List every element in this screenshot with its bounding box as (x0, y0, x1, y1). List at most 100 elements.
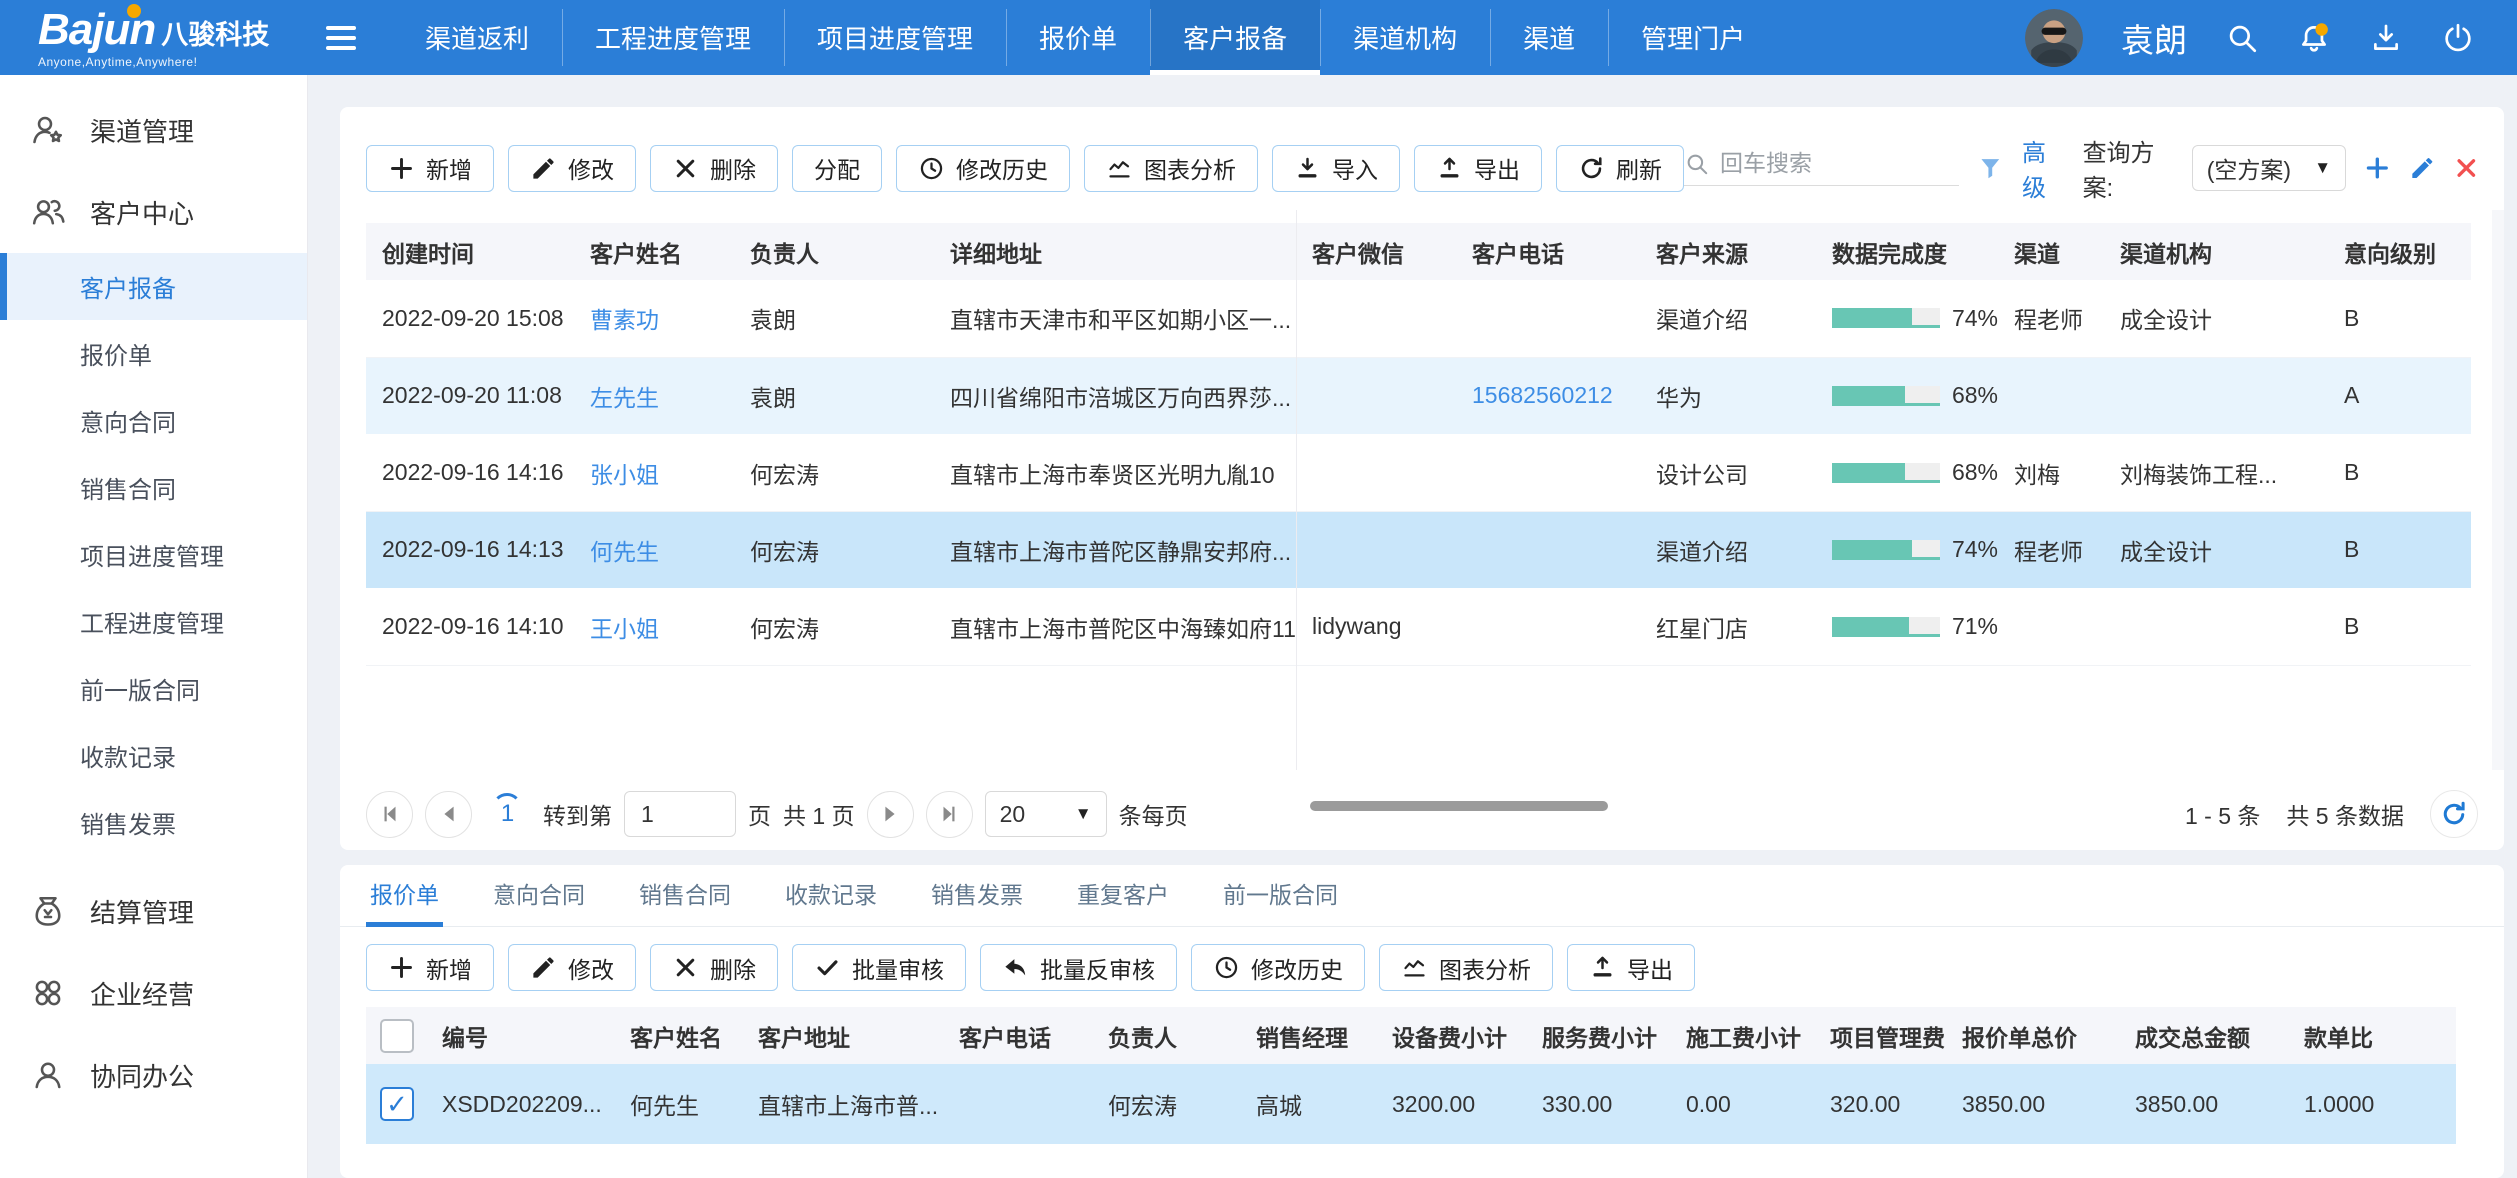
export-button[interactable]: 导出 (1414, 145, 1542, 192)
goto-page-input[interactable] (624, 791, 736, 837)
tab-sales-contract[interactable]: 销售合同 (635, 876, 735, 926)
tab-quotation[interactable]: 报价单 (366, 876, 443, 926)
edit-scheme-icon[interactable] (2409, 153, 2436, 183)
tab-duplicate-customer[interactable]: 重复客户 (1073, 876, 1173, 926)
col-owner[interactable]: 负责人 (1094, 1007, 1242, 1064)
col-payment-ratio[interactable]: 款单比 (2290, 1007, 2456, 1064)
col-address[interactable]: 详细地址 (934, 223, 1296, 280)
tab-sales-invoice[interactable]: 销售发票 (927, 876, 1027, 926)
nav-item-customer-report[interactable]: 客户报备 (1150, 0, 1320, 75)
add-button[interactable]: 新增 (366, 145, 494, 192)
detail-add-button[interactable]: 新增 (366, 944, 494, 991)
customer-name-link[interactable]: 曹素功 (590, 307, 659, 333)
last-page-button[interactable] (926, 791, 973, 838)
col-customer-address[interactable]: 客户地址 (744, 1007, 945, 1064)
power-icon[interactable] (2441, 21, 2475, 55)
nav-item-engineering-progress[interactable]: 工程进度管理 (562, 0, 784, 75)
bell-icon[interactable] (2297, 21, 2331, 55)
first-page-button[interactable] (366, 791, 413, 838)
search-icon[interactable] (2225, 21, 2259, 55)
col-service-subtotal[interactable]: 服务费小计 (1528, 1007, 1672, 1064)
sidebar-item-intent-contract[interactable]: 意向合同 (0, 387, 307, 454)
detail-edit-button[interactable]: 修改 (508, 944, 636, 991)
table-row-selected[interactable]: ✓ XSDD202209... 何先生 直辖市上海市普... 何宏涛 高城 32… (366, 1064, 2456, 1144)
search-input[interactable] (1720, 150, 1959, 177)
col-equipment-subtotal[interactable]: 设备费小计 (1378, 1007, 1528, 1064)
sidebar-item-sales-invoice[interactable]: 销售发票 (0, 789, 307, 856)
col-channel[interactable]: 渠道 (1998, 223, 2104, 280)
batch-approve-button[interactable]: 批量审核 (792, 944, 966, 991)
sidebar-item-sales-contract[interactable]: 销售合同 (0, 454, 307, 521)
sidebar-item-project-progress[interactable]: 项目进度管理 (0, 521, 307, 588)
current-page[interactable]: 1 (484, 791, 531, 838)
row-checkbox[interactable]: ✓ (380, 1087, 414, 1121)
table-row[interactable]: 2022-09-20 15:08 曹素功 袁朗 直辖市天津市和平区如期小区一..… (366, 280, 2471, 357)
customer-name-link[interactable]: 左先生 (590, 385, 659, 411)
user-name[interactable]: 袁朗 (2121, 14, 2187, 62)
detail-delete-button[interactable]: 删除 (650, 944, 778, 991)
page-size-select[interactable]: 20▼ (985, 791, 1107, 837)
sidebar-item-quotation[interactable]: 报价单 (0, 320, 307, 387)
table-row[interactable]: 2022-09-16 14:10 王小姐 何宏涛 直辖市上海市普陀区中海臻如府1… (366, 588, 2471, 665)
col-customer-name[interactable]: 客户姓名 (616, 1007, 744, 1064)
avatar[interactable] (2025, 9, 2083, 67)
sidebar-item-customer-center[interactable]: 客户中心 (0, 171, 307, 253)
table-row[interactable]: 2022-09-20 11:08 左先生 袁朗 四川省绵阳市涪城区万向西界莎..… (366, 357, 2471, 434)
sidebar-item-customer-report[interactable]: 客户报备 (0, 253, 307, 320)
customer-name-link[interactable]: 张小姐 (590, 462, 659, 488)
col-sales-manager[interactable]: 销售经理 (1242, 1007, 1378, 1064)
chart-analysis-button[interactable]: 图表分析 (1084, 145, 1258, 192)
col-number[interactable]: 编号 (428, 1007, 616, 1064)
nav-item-channel[interactable]: 渠道 (1490, 0, 1608, 75)
batch-unapprove-button[interactable]: 批量反审核 (980, 944, 1177, 991)
detail-export-button[interactable]: 导出 (1567, 944, 1695, 991)
tab-previous-contract[interactable]: 前一版合同 (1219, 876, 1342, 926)
col-customer-phone[interactable]: 客户电话 (945, 1007, 1094, 1064)
col-wechat[interactable]: 客户微信 (1296, 223, 1456, 280)
sidebar-item-previous-contract[interactable]: 前一版合同 (0, 655, 307, 722)
sidebar-item-engineering-progress[interactable]: 工程进度管理 (0, 588, 307, 655)
col-phone[interactable]: 客户电话 (1456, 223, 1640, 280)
col-source[interactable]: 客户来源 (1640, 223, 1816, 280)
sidebar-item-channel-mgmt[interactable]: 渠道管理 (0, 89, 307, 171)
vertical-scrollbar-track[interactable] (2492, 210, 2504, 770)
filter-funnel-icon[interactable] (1977, 153, 2004, 183)
delete-button[interactable]: 删除 (650, 145, 778, 192)
advanced-search-link[interactable]: 高级 (2022, 133, 2065, 203)
tab-payment-record[interactable]: 收款记录 (781, 876, 881, 926)
col-intent-level[interactable]: 意向级别 (2328, 223, 2471, 280)
col-completeness[interactable]: 数据完成度 (1816, 223, 1998, 280)
nav-item-admin-portal[interactable]: 管理门户 (1608, 0, 1778, 75)
sidebar-item-collaboration[interactable]: 协同办公 (0, 1034, 307, 1116)
add-scheme-icon[interactable] (2364, 153, 2391, 183)
nav-item-channel-org[interactable]: 渠道机构 (1320, 0, 1490, 75)
sidebar-item-enterprise-operation[interactable]: 企业经营 (0, 952, 307, 1034)
customer-name-link[interactable]: 何先生 (590, 539, 659, 565)
edit-button[interactable]: 修改 (508, 145, 636, 192)
scheme-select[interactable]: (空方案)▼ (2192, 145, 2346, 191)
sidebar-item-payment-record[interactable]: 收款记录 (0, 722, 307, 789)
col-customer-name[interactable]: 客户姓名 (574, 223, 734, 280)
col-channel-org[interactable]: 渠道机构 (2104, 223, 2328, 280)
detail-chart-button[interactable]: 图表分析 (1379, 944, 1553, 991)
download-icon[interactable] (2369, 21, 2403, 55)
history-button[interactable]: 修改历史 (896, 145, 1070, 192)
prev-page-button[interactable] (425, 791, 472, 838)
nav-item-quotation[interactable]: 报价单 (1006, 0, 1150, 75)
customer-name-link[interactable]: 王小姐 (590, 616, 659, 642)
next-page-button[interactable] (867, 791, 914, 838)
col-owner[interactable]: 负责人 (734, 223, 934, 280)
nav-item-project-progress[interactable]: 项目进度管理 (784, 0, 1006, 75)
tab-intent-contract[interactable]: 意向合同 (489, 876, 589, 926)
col-deal-total[interactable]: 成交总金额 (2121, 1007, 2290, 1064)
menu-toggle-icon[interactable] (300, 0, 382, 75)
refresh-list-button[interactable] (2430, 790, 2478, 838)
detail-history-button[interactable]: 修改历史 (1191, 944, 1365, 991)
phone-link[interactable]: 15682560212 (1472, 382, 1613, 408)
table-row[interactable]: 2022-09-16 14:16 张小姐 何宏涛 直辖市上海市奉贤区光明九胤10… (366, 434, 2471, 511)
select-all-checkbox[interactable] (380, 1019, 414, 1053)
col-construction-subtotal[interactable]: 施工费小计 (1672, 1007, 1816, 1064)
col-project-mgmt-fee[interactable]: 项目管理费 (1816, 1007, 1948, 1064)
col-quote-total[interactable]: 报价单总价 (1948, 1007, 2121, 1064)
sidebar-item-settlement-mgmt[interactable]: 结算管理 (0, 870, 307, 952)
